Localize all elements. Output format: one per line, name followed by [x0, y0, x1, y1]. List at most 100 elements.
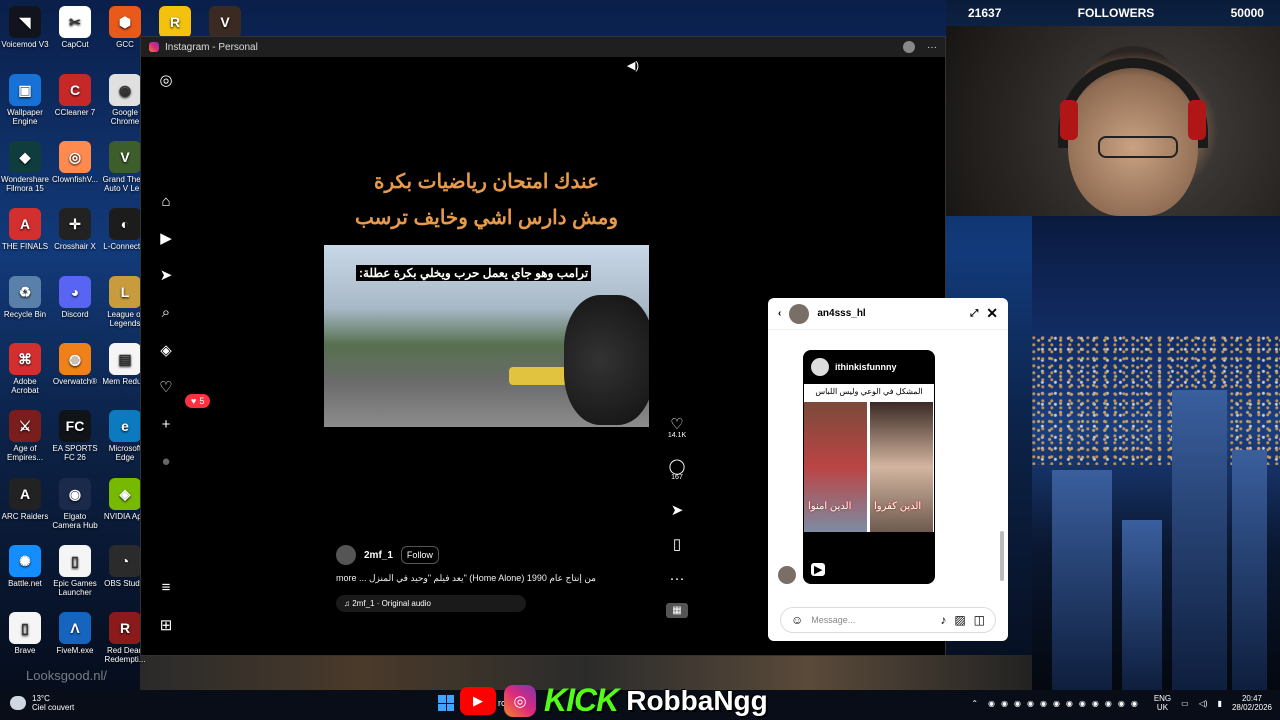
like-icon[interactable]: ♡ — [666, 417, 688, 432]
clock-time: 20:47 — [1241, 694, 1262, 703]
tray-app-icons[interactable]: ◉◉◉◉◉◉◉◉◉◉◉◉ — [988, 699, 1144, 708]
arc-raiders-icon: A — [9, 478, 41, 510]
followers-count: 21637 — [968, 6, 1002, 20]
desktop-shortcut[interactable]: ◕ Discord — [50, 276, 100, 319]
message-input[interactable]: ☺ Message... ♪ ▨ ◫ — [780, 607, 996, 633]
desktop-shortcut[interactable]: ✛ Crosshair X — [50, 208, 100, 251]
chrome-icon: ◉ — [109, 74, 141, 106]
tray-overflow-icon[interactable]: ⌃ — [971, 699, 978, 708]
desktop-shortcut[interactable]: FC EA SPORTS FC 26 — [50, 410, 100, 462]
more-options-icon[interactable]: ··· — [666, 571, 688, 586]
fivem-icon: Λ — [59, 612, 91, 644]
audio-pill[interactable]: ♫ 2mf_1 · Original audio — [336, 595, 526, 612]
desktop-shortcut[interactable]: ◆ Wondershare Filmora 15 — [0, 141, 50, 193]
comment-action[interactable]: ◯ 167 — [666, 459, 688, 481]
profile-icon[interactable]: ● — [158, 454, 174, 470]
close-icon[interactable]: ✕ — [986, 305, 998, 322]
microphone-icon[interactable]: ♪ — [940, 613, 946, 627]
author-avatar[interactable] — [336, 545, 356, 565]
desktop-shortcut[interactable]: ▣ Wallpaper Engine — [0, 74, 50, 126]
volume-icon[interactable]: ◀) — [627, 59, 639, 72]
save-icon[interactable]: ▯ — [666, 537, 688, 552]
clock[interactable]: 20:47 28/02/2026 — [1232, 694, 1272, 712]
tank-silhouette — [564, 295, 649, 425]
instagram-app-icon — [149, 42, 159, 52]
battery-icon[interactable]: ▮ — [1218, 699, 1222, 708]
desktop-shortcut[interactable]: A ARC Raiders — [0, 478, 50, 521]
desktop-shortcut-label: Voicemod V3 — [1, 40, 49, 49]
messages-icon[interactable]: ➤ — [158, 268, 174, 284]
chat-avatar[interactable] — [789, 303, 810, 324]
language-indicator[interactable]: ENG UK — [1154, 694, 1171, 712]
profile-avatar-icon[interactable] — [903, 41, 915, 53]
reels-icon[interactable]: ▶ — [158, 231, 174, 247]
create-icon[interactable]: + — [158, 417, 174, 433]
desktop-shortcut[interactable]: ⚔ Age of Empires... — [0, 410, 50, 462]
desktop-shortcut[interactable]: ◉ Elgato Camera Hub — [50, 478, 100, 530]
desktop-shortcut[interactable]: R — [150, 6, 200, 40]
reel-video-frame[interactable]: ترامب وهو جاي يعمل حرب ويخلي بكرة عطلة: — [324, 245, 649, 427]
back-chevron-icon[interactable]: ‹ — [778, 308, 781, 319]
shared-post-card[interactable]: ithinkisfunnny المشكل في الوعي وليس اللب… — [803, 350, 935, 584]
chat-scrollbar[interactable] — [1000, 336, 1004, 586]
window-titlebar[interactable]: Instagram - Personal ··· — [141, 37, 945, 57]
notifications-badge[interactable]: ♥ 5 — [185, 394, 211, 408]
desktop-shortcut[interactable]: ✂ CapCut — [50, 6, 100, 49]
comment-icon[interactable]: ◯ — [666, 459, 688, 474]
window-menu-button[interactable]: ··· — [927, 42, 937, 53]
expand-icon[interactable]: ⤢ — [970, 308, 978, 319]
desktop-shortcut[interactable]: ◍ Overwatch® — [50, 343, 100, 386]
clownfish-icon: ◎ — [59, 141, 91, 173]
elgato-icon: ◉ — [59, 478, 91, 510]
fc26-icon: FC — [59, 410, 91, 442]
desktop-shortcut-label: Wondershare Filmora 15 — [1, 175, 49, 193]
like-action[interactable]: ♡ 14.1K — [666, 417, 688, 439]
instagram-logo-icon[interactable]: ◎ — [158, 73, 174, 89]
also-from-meta-icon[interactable]: ⊞ — [158, 618, 174, 634]
desktop-shortcut[interactable]: ◎ ClownfishV... — [50, 141, 100, 184]
message-placeholder: Message... — [811, 615, 856, 625]
instagram-sidebar: ◎ ⌂ ▶ ➤ ⌕ ◈ ♡ ♥ 5 + ● ≡ ⊞ — [141, 57, 211, 655]
volume-tray-icon[interactable]: ◁) — [1199, 699, 1208, 708]
acrobat-icon: ⌘ — [9, 343, 41, 375]
notifications-icon[interactable]: ♡ — [158, 380, 174, 396]
shared-author-avatar — [811, 358, 829, 376]
emoji-icon[interactable]: ☺ — [791, 613, 803, 627]
desktop-shortcut[interactable]: V — [200, 6, 250, 40]
desktop-icon-area: ◥ Voicemod V3 ✂ CapCut ⬢ GCC R V ▣ Wallpaper Engi… — [0, 0, 241, 690]
desktop-shortcut-label: Adobe Acrobat — [11, 377, 39, 395]
desktop-shortcut[interactable]: C CCleaner 7 — [50, 74, 100, 117]
chat-username[interactable]: an4sss_hl — [817, 308, 865, 319]
desktop-shortcut[interactable]: Λ FiveM.exe — [50, 612, 100, 655]
desktop-shortcut[interactable]: ♻ Recycle Bin — [0, 276, 50, 319]
headset-ear-right — [1188, 100, 1206, 140]
sticker-icon[interactable]: ◫ — [974, 613, 985, 627]
reel-metadata: 2mf_1 Follow more ... يعد فيلم "وحيد في … — [336, 545, 636, 612]
desktop-shortcut[interactable]: ◥ Voicemod V3 — [0, 6, 50, 49]
windows-start-icon[interactable] — [438, 695, 454, 711]
more-menu-icon[interactable]: ≡ — [158, 580, 174, 596]
share-icon[interactable]: ➤ — [666, 503, 688, 518]
comment-count: 167 — [671, 474, 683, 481]
search-icon[interactable]: ⌕ — [158, 305, 174, 321]
desktop-shortcut[interactable]: ▯ Epic Games Launcher — [50, 545, 100, 597]
image-icon[interactable]: ▨ — [954, 613, 965, 627]
desktop-shortcut-label: ClownfishV... — [52, 175, 98, 184]
language-bottom: UK — [1156, 703, 1169, 712]
desktop-shortcut[interactable]: A THE FINALS — [0, 208, 50, 251]
desktop-shortcut[interactable]: ✺ Battle.net — [0, 545, 50, 588]
follow-button[interactable]: Follow — [400, 546, 439, 564]
reel-player[interactable]: ◀) عندك امتحان رياضيات بكرة ومش دارس اشي… — [324, 57, 649, 625]
desktop-shortcut[interactable]: ⌘ Adobe Acrobat — [0, 343, 50, 395]
desktop-shortcut[interactable]: ▯ Brave — [0, 612, 50, 655]
shared-post-image[interactable]: المشكل في الوعي وليس اللباس الدين امنوا … — [804, 384, 934, 532]
author-name[interactable]: 2mf_1 — [364, 550, 393, 561]
audio-thumbnail-icon[interactable]: ▦ — [666, 603, 688, 618]
network-icon[interactable]: ▭ — [1181, 699, 1189, 708]
home-icon[interactable]: ⌂ — [158, 194, 174, 210]
desktop-shortcut-label: CapCut — [61, 40, 89, 49]
stream-branding: ▶ ◎ KICK RobbaNgg — [460, 682, 768, 719]
explore-icon[interactable]: ◈ — [158, 343, 174, 359]
weather-widget[interactable]: 13°C Ciel couvert — [10, 694, 74, 712]
reel-description[interactable]: more ... يعد فيلم "وحيد في المنزل" (Home… — [336, 573, 636, 584]
